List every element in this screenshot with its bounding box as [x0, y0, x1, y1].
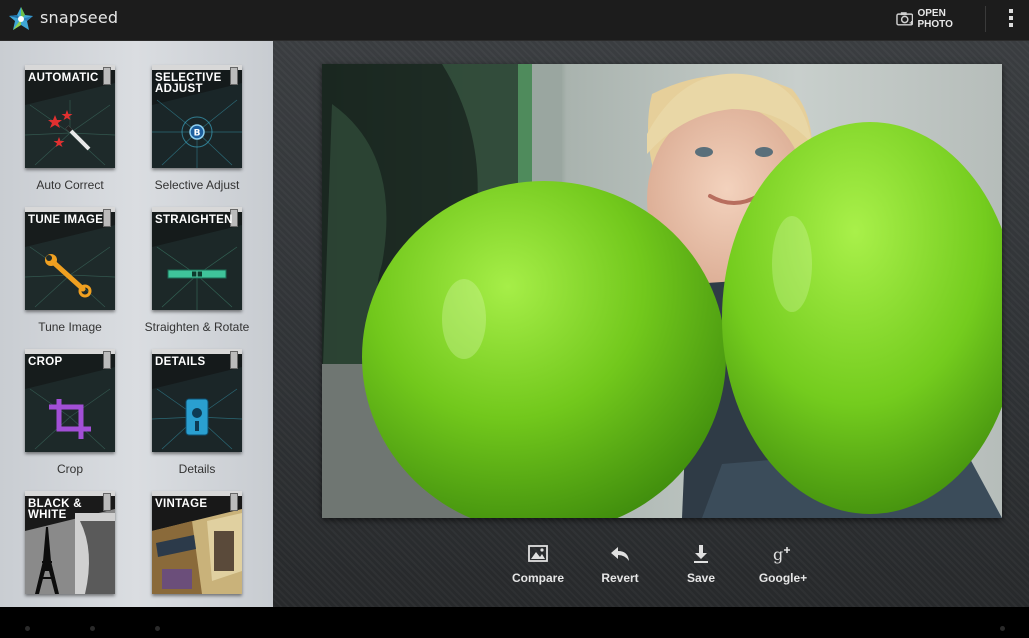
save-button[interactable]: Save: [665, 541, 737, 591]
filter-card-title: Selective Adjust: [155, 72, 222, 95]
google-plus-icon: g: [773, 545, 790, 564]
filter-card[interactable]: Automatic: [25, 65, 115, 168]
main-editor: Compare Revert Save g Google+: [273, 41, 1029, 607]
svg-text:B: B: [194, 129, 201, 139]
nav-dot: [90, 626, 95, 631]
filter-tile-straighten[interactable]: Straighten Straighten & Rotate: [127, 183, 257, 334]
filter-card-title: Details: [155, 356, 206, 368]
nav-dot: [155, 626, 160, 631]
filter-tile-details[interactable]: Details Details: [127, 325, 257, 476]
overflow-menu-icon[interactable]: [1002, 6, 1020, 32]
filter-tile-selective-adjust[interactable]: B Selective Adjust Selective Adjust: [127, 41, 257, 192]
svg-text:g: g: [773, 545, 783, 564]
reply-arrow-icon: [611, 547, 629, 561]
google-plus-label: Google+: [758, 571, 808, 585]
filter-card-title: Crop: [28, 356, 63, 368]
filter-tile-crop[interactable]: Crop Crop: [0, 325, 130, 476]
filter-card[interactable]: Crop: [25, 349, 115, 452]
compare-button[interactable]: Compare: [502, 541, 574, 591]
filter-card[interactable]: Tune Image: [25, 207, 115, 310]
camera-icon: [896, 12, 914, 26]
app-title: snapseed: [40, 8, 119, 27]
filter-card-title: Automatic: [28, 72, 99, 84]
compare-label: Compare: [511, 571, 564, 585]
open-photo-label: OPEN PHOTO: [917, 8, 953, 30]
filter-tile-vintage[interactable]: Vintage: [127, 467, 257, 607]
open-photo-button[interactable]: OPEN PHOTO: [896, 8, 982, 30]
action-toolbar: Compare Revert Save g Google+: [502, 541, 822, 591]
filter-card[interactable]: B Selective Adjust: [152, 65, 242, 168]
filter-card[interactable]: Vintage: [152, 491, 242, 594]
download-icon: [694, 545, 708, 563]
filter-tile-black-white[interactable]: Black & White: [0, 467, 130, 607]
filter-card-title: Vintage: [155, 498, 208, 510]
revert-button[interactable]: Revert: [584, 541, 656, 591]
filter-panel[interactable]: Automatic Auto Correct B Selective Adjus…: [0, 41, 273, 607]
filter-tile-tune-image[interactable]: Tune Image Tune Image: [0, 183, 130, 334]
nav-dot: [1000, 626, 1005, 631]
filter-card[interactable]: Straighten: [152, 207, 242, 310]
google-plus-button[interactable]: g Google+: [747, 541, 819, 591]
filter-card-title: Black & White: [28, 498, 82, 521]
action-bar: snapseed OPEN PHOTO: [0, 0, 1029, 41]
filter-card-title: Straighten: [155, 214, 233, 226]
filter-tile-automatic[interactable]: Automatic Auto Correct: [0, 41, 130, 192]
filter-card-title: Tune Image: [28, 214, 104, 226]
system-nav-bar: [0, 607, 1029, 638]
image-icon: [528, 545, 548, 562]
filter-card[interactable]: Black & White: [25, 491, 115, 594]
snapseed-logo-icon[interactable]: [8, 6, 34, 32]
save-label: Save: [686, 571, 716, 585]
photo-image: [322, 64, 1002, 518]
revert-label: Revert: [601, 571, 639, 585]
photo-canvas[interactable]: [322, 64, 1002, 518]
filter-card[interactable]: Details: [152, 349, 242, 452]
nav-dot: [25, 626, 30, 631]
divider: [985, 6, 986, 32]
